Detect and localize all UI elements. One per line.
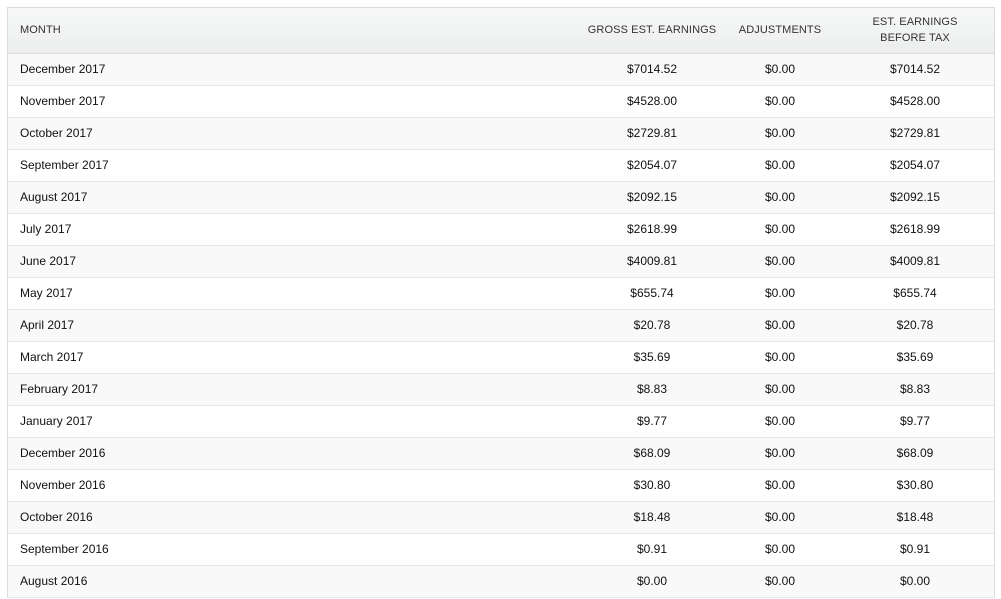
adjustments-cell: $0.00	[724, 149, 836, 182]
month-cell: September 2017	[8, 149, 580, 182]
gross-earnings-cell: $0.91	[580, 533, 724, 566]
table-row: July 2017 $2618.99 $0.00 $2618.99	[8, 213, 994, 246]
month-cell: July 2017	[8, 213, 580, 246]
table-row: April 2017 $20.78 $0.00 $20.78	[8, 309, 994, 342]
table-row: September 2016 $0.91 $0.00 $0.91	[8, 533, 994, 566]
table-row: May 2017 $655.74 $0.00 $655.74	[8, 277, 994, 310]
table-row: March 2017 $35.69 $0.00 $35.69	[8, 341, 994, 374]
adjustments-cell: $0.00	[724, 245, 836, 278]
month-cell: January 2017	[8, 405, 580, 438]
gross-earnings-cell: $30.80	[580, 469, 724, 502]
month-cell: August 2016	[8, 565, 580, 598]
gross-earnings-cell: $2092.15	[580, 181, 724, 214]
adjustments-cell: $0.00	[724, 533, 836, 566]
earnings-table-container: MONTH GROSS EST. EARNINGS ADJUSTMENTS ES…	[7, 7, 995, 598]
est-earnings-cell: $68.09	[836, 437, 994, 470]
month-cell: November 2016	[8, 469, 580, 502]
est-earnings-cell: $655.74	[836, 277, 994, 310]
table-row: June 2017 $4009.81 $0.00 $4009.81	[8, 245, 994, 278]
gross-earnings-cell: $4009.81	[580, 245, 724, 278]
table-body: December 2017 $7014.52 $0.00 $7014.52 Novemb…	[8, 53, 994, 598]
adjustments-cell: $0.00	[724, 341, 836, 374]
table-row: August 2017 $2092.15 $0.00 $2092.15	[8, 181, 994, 214]
adjustments-cell: $0.00	[724, 437, 836, 470]
adjustments-cell: $0.00	[724, 405, 836, 438]
month-cell: February 2017	[8, 373, 580, 406]
est-earnings-cell: $4528.00	[836, 85, 994, 118]
gross-earnings-cell: $18.48	[580, 501, 724, 534]
month-cell: May 2017	[8, 277, 580, 310]
table-header: MONTH GROSS EST. EARNINGS ADJUSTMENTS ES…	[8, 8, 994, 54]
adjustments-cell: $0.00	[724, 85, 836, 118]
month-cell: August 2017	[8, 181, 580, 214]
est-earnings-cell: $2729.81	[836, 117, 994, 150]
header-month: MONTH	[8, 8, 580, 54]
gross-earnings-cell: $2618.99	[580, 213, 724, 246]
adjustments-cell: $0.00	[724, 117, 836, 150]
gross-earnings-cell: $4528.00	[580, 85, 724, 118]
adjustments-cell: $0.00	[724, 213, 836, 246]
est-earnings-cell: $9.77	[836, 405, 994, 438]
adjustments-cell: $0.00	[724, 53, 836, 86]
month-cell: December 2017	[8, 53, 580, 86]
adjustments-cell: $0.00	[724, 501, 836, 534]
header-est-earnings-before-tax: EST. EARNINGS BEFORE TAX	[836, 8, 994, 54]
gross-earnings-cell: $655.74	[580, 277, 724, 310]
month-cell: September 2016	[8, 533, 580, 566]
table-row: December 2016 $68.09 $0.00 $68.09	[8, 437, 994, 470]
table-row: December 2017 $7014.52 $0.00 $7014.52	[8, 53, 994, 86]
est-earnings-cell: $2054.07	[836, 149, 994, 182]
est-earnings-cell: $20.78	[836, 309, 994, 342]
adjustments-cell: $0.00	[724, 309, 836, 342]
header-adjustments: ADJUSTMENTS	[724, 8, 836, 54]
est-earnings-cell: $30.80	[836, 469, 994, 502]
adjustments-cell: $0.00	[724, 565, 836, 598]
est-earnings-cell: $2618.99	[836, 213, 994, 246]
est-earnings-cell: $18.48	[836, 501, 994, 534]
month-cell: June 2017	[8, 245, 580, 278]
table-row: September 2017 $2054.07 $0.00 $2054.07	[8, 149, 994, 182]
adjustments-cell: $0.00	[724, 277, 836, 310]
gross-earnings-cell: $68.09	[580, 437, 724, 470]
gross-earnings-cell: $2729.81	[580, 117, 724, 150]
month-cell: November 2017	[8, 85, 580, 118]
table-row: February 2017 $8.83 $0.00 $8.83	[8, 373, 994, 406]
est-earnings-cell: $2092.15	[836, 181, 994, 214]
header-row: MONTH GROSS EST. EARNINGS ADJUSTMENTS ES…	[8, 8, 994, 54]
earnings-table: MONTH GROSS EST. EARNINGS ADJUSTMENTS ES…	[8, 8, 994, 598]
gross-earnings-cell: $9.77	[580, 405, 724, 438]
month-cell: October 2017	[8, 117, 580, 150]
header-est-line2: BEFORE TAX	[880, 32, 950, 45]
gross-earnings-cell: $2054.07	[580, 149, 724, 182]
adjustments-cell: $0.00	[724, 373, 836, 406]
gross-earnings-cell: $0.00	[580, 565, 724, 598]
adjustments-cell: $0.00	[724, 181, 836, 214]
gross-earnings-cell: $8.83	[580, 373, 724, 406]
gross-earnings-cell: $35.69	[580, 341, 724, 374]
header-est-line1: EST. EARNINGS	[872, 16, 958, 29]
table-row: October 2017 $2729.81 $0.00 $2729.81	[8, 117, 994, 150]
est-earnings-cell: $4009.81	[836, 245, 994, 278]
est-earnings-cell: $0.00	[836, 565, 994, 598]
table-row: November 2017 $4528.00 $0.00 $4528.00	[8, 85, 994, 118]
gross-earnings-cell: $20.78	[580, 309, 724, 342]
table-row: November 2016 $30.80 $0.00 $30.80	[8, 469, 994, 502]
est-earnings-cell: $7014.52	[836, 53, 994, 86]
month-cell: October 2016	[8, 501, 580, 534]
est-earnings-cell: $35.69	[836, 341, 994, 374]
table-row: October 2016 $18.48 $0.00 $18.48	[8, 501, 994, 534]
month-cell: April 2017	[8, 309, 580, 342]
table-row: January 2017 $9.77 $0.00 $9.77	[8, 405, 994, 438]
est-earnings-cell: $0.91	[836, 533, 994, 566]
table-row: August 2016 $0.00 $0.00 $0.00	[8, 565, 994, 598]
header-gross-earnings: GROSS EST. EARNINGS	[580, 8, 724, 54]
month-cell: December 2016	[8, 437, 580, 470]
month-cell: March 2017	[8, 341, 580, 374]
gross-earnings-cell: $7014.52	[580, 53, 724, 86]
adjustments-cell: $0.00	[724, 469, 836, 502]
est-earnings-cell: $8.83	[836, 373, 994, 406]
